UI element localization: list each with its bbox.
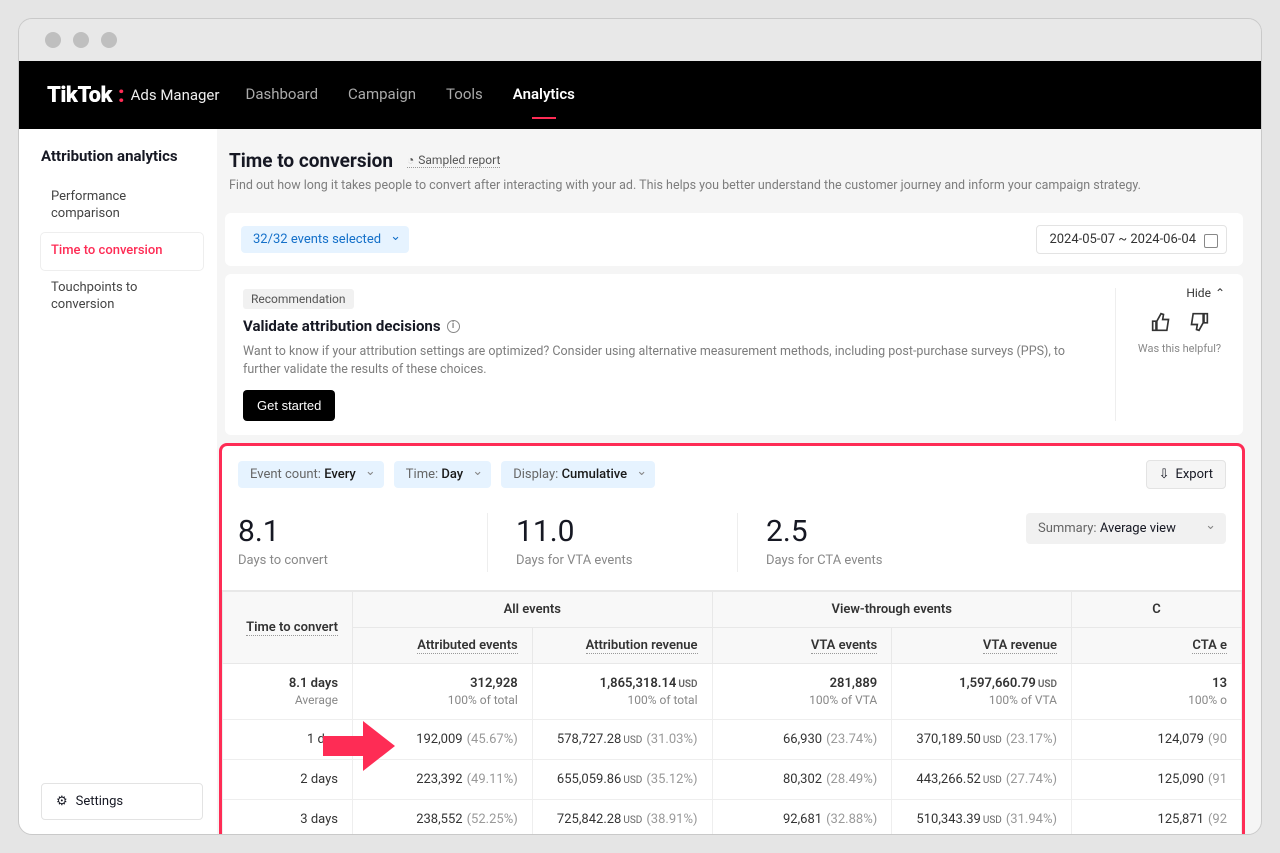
time-selector[interactable]: Time: Day [394,461,491,488]
summary-selector[interactable]: Summary: Average view [1026,513,1226,544]
sampled-label: Sampled report [418,153,500,167]
recommendation-card: Recommendation Validate attribution deci… [225,274,1243,435]
sidebar-item-performance[interactable]: Performance comparison [41,179,203,233]
th-ar: Attribution revenue [532,628,712,664]
window-dot [73,32,89,48]
th-ce: CTA e [1072,628,1242,664]
th-time: Time to convert [223,592,353,664]
hide-label: Hide [1186,286,1211,300]
th-ve: VTA events [712,628,892,664]
controls-row: Event count: Every Time: Day Display: Cu… [222,460,1242,489]
stat-cta-days: 2.5 Days for CTA events [738,513,988,572]
stat-label: Days to convert [238,553,467,568]
browser-frame: TikTok: Ads Manager Dashboard Campaign T… [18,18,1262,835]
page-header: Time to conversion ◔ Sampled report Find… [219,143,1249,205]
reco-title-text: Validate attribution decisions [243,317,441,335]
thumbs-down-icon[interactable] [1187,310,1211,334]
stat-label: Days for CTA events [766,553,968,568]
table-wrap: Time to convert All events View-through … [222,590,1242,834]
page-title: Time to conversion [229,149,393,172]
logo-subtitle: Ads Manager [131,86,220,104]
arrow-icon [323,721,395,771]
table-summary-row: 8.1 daysAverage312,928100% of total1,865… [223,664,1242,720]
th-vr: VTA revenue [892,628,1072,664]
page-title-row: Time to conversion ◔ Sampled report [229,149,1239,172]
page-description: Find out how long it takes people to con… [229,178,1239,193]
reco-title: Validate attribution decisions i [243,317,1115,335]
export-button[interactable]: ⇩ Export [1146,460,1226,489]
stat-label: Days for VTA events [516,553,717,568]
stat-number: 2.5 [766,517,968,547]
events-selector[interactable]: 32/32 events selected [241,226,409,253]
get-started-button[interactable]: Get started [243,390,335,421]
helpful-text: Was this helpful? [1138,342,1221,355]
stat-number: 8.1 [238,517,467,547]
th-ae: Attributed events [353,628,533,664]
nav-campaign[interactable]: Campaign [348,85,416,105]
top-nav: TikTok: Ads Manager Dashboard Campaign T… [19,61,1261,129]
th-group-all: All events [353,592,713,628]
summary-label: Summary: [1038,521,1097,536]
stat-days-to-convert: 8.1 Days to convert [238,513,488,572]
download-icon: ⇩ [1159,467,1170,482]
pie-icon: ◔ [407,153,414,167]
nav-tools[interactable]: Tools [446,85,483,105]
hide-button[interactable]: Hide ⌃ [1186,286,1225,300]
reco-description: Want to know if your attribution setting… [243,343,1073,378]
window-dot [101,32,117,48]
browser-chrome [19,19,1261,61]
table-row: 3 days238,552(52.25%)725,842.28USD(38.91… [223,800,1242,835]
nav-dashboard[interactable]: Dashboard [245,85,318,105]
sidebar: Attribution analytics Performance compar… [19,129,217,834]
chevron-up-icon: ⌃ [1215,286,1225,300]
nav-links: Dashboard Campaign Tools Analytics [245,85,574,105]
logo-area: TikTok: Ads Manager [47,83,219,108]
sidebar-item-touchpoints[interactable]: Touchpoints to conversion [41,270,203,324]
conversion-table: Time to convert All events View-through … [222,591,1242,834]
stats-row: 8.1 Days to convert 11.0 Days for VTA ev… [222,489,1242,590]
highlight-box: Event count: Every Time: Day Display: Cu… [219,443,1245,834]
chip-value: Cumulative [562,467,628,482]
info-icon[interactable]: i [447,320,460,333]
stat-vta-days: 11.0 Days for VTA events [488,513,738,572]
logo-dot: : [118,83,125,108]
chip-label: Display: [513,467,558,482]
chip-label: Time: [406,467,438,482]
display-selector[interactable]: Display: Cumulative [501,461,655,488]
filter-card: 32/32 events selected 2024-05-07 ~ 2024-… [225,213,1243,266]
event-count-selector[interactable]: Event count: Every [238,461,384,488]
reco-right: Hide ⌃ Was this helpful? [1115,288,1225,421]
th-group-ct: C [1072,592,1242,628]
date-range-selector[interactable]: 2024-05-07 ~ 2024-06-04 [1036,225,1227,254]
reco-left: Recommendation Validate attribution deci… [243,288,1115,421]
nav-analytics[interactable]: Analytics [513,85,575,105]
th-group-vt: View-through events [712,592,1072,628]
main-content: Time to conversion ◔ Sampled report Find… [217,129,1261,834]
gear-icon: ⚙ [56,794,68,809]
sidebar-title: Attribution analytics [41,147,203,165]
chip-label: Event count: [250,467,321,482]
chip-value: Every [324,467,356,482]
thumbs-row [1149,310,1211,334]
sampled-report-badge[interactable]: ◔ Sampled report [407,153,500,168]
window-dot [45,32,61,48]
logo-text: TikTok [47,83,112,108]
sidebar-item-time-to-conversion[interactable]: Time to conversion [41,233,203,270]
settings-label: Settings [76,794,123,809]
summary-value: Average view [1100,521,1176,536]
settings-button[interactable]: ⚙ Settings [41,783,203,820]
app-body: Attribution analytics Performance compar… [19,129,1261,834]
sidebar-footer: ⚙ Settings [41,783,203,820]
thumbs-up-icon[interactable] [1149,310,1173,334]
export-label: Export [1175,467,1213,482]
stat-number: 11.0 [516,517,717,547]
reco-tag: Recommendation [243,289,354,309]
chip-value: Day [441,467,463,482]
